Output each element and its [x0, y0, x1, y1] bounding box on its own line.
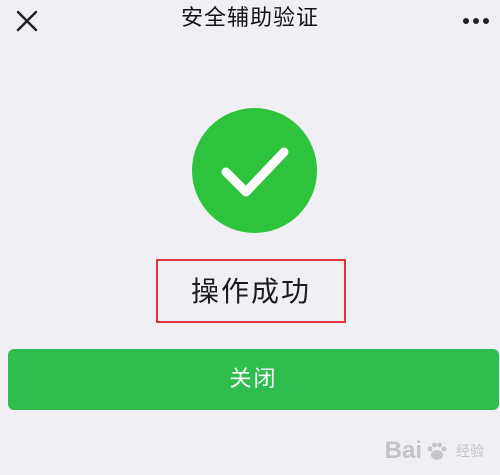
- result-highlight-box: 操作成功: [156, 259, 346, 323]
- paw-icon: [426, 440, 448, 462]
- page-title: 安全辅助验证: [180, 6, 319, 31]
- top-bar: 安全辅助验证: [0, 0, 500, 42]
- close-button[interactable]: 关闭: [8, 349, 499, 410]
- success-check-icon: [192, 108, 317, 233]
- watermark-suffix: 经验: [456, 443, 484, 459]
- more-icon[interactable]: [460, 10, 492, 32]
- result-message: 操作成功: [190, 275, 311, 308]
- watermark-text: Bai: [384, 437, 422, 464]
- watermark: Bai 经验: [385, 437, 484, 465]
